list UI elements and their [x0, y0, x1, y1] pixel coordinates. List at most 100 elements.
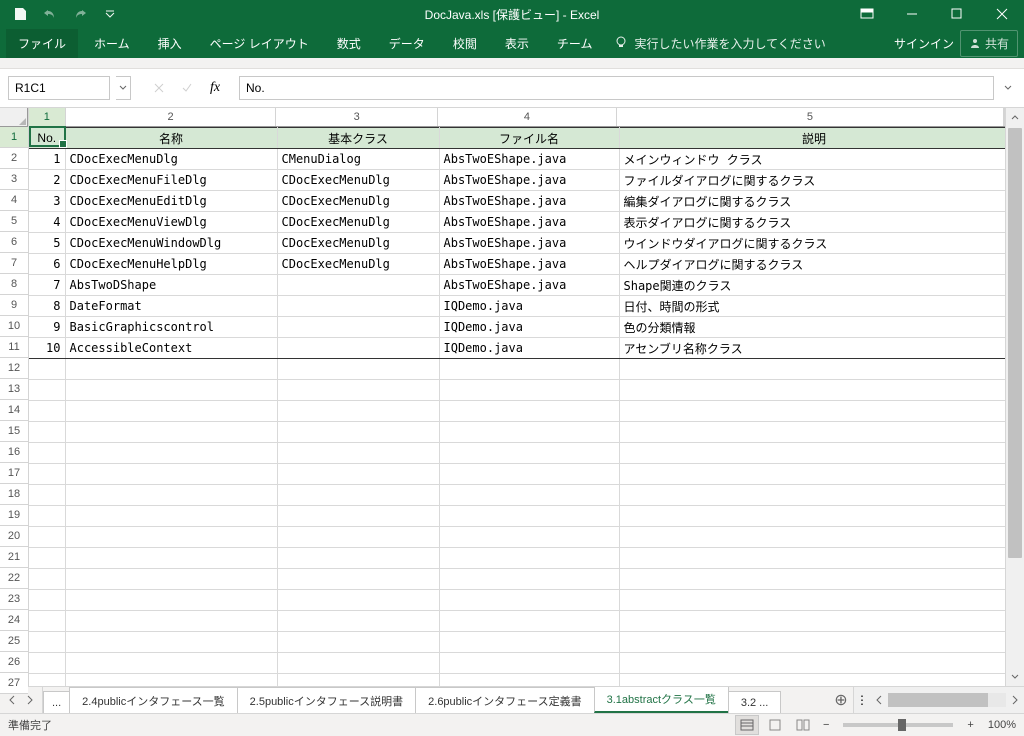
- ribbon-tab-insert[interactable]: 挿入: [146, 29, 194, 58]
- cell[interactable]: [29, 359, 65, 380]
- row-header[interactable]: 21: [0, 547, 28, 568]
- cell[interactable]: [439, 380, 619, 401]
- cell[interactable]: [439, 359, 619, 380]
- cell[interactable]: [277, 527, 439, 548]
- cell[interactable]: [29, 443, 65, 464]
- sheet-tab[interactable]: ...: [43, 691, 70, 713]
- cell[interactable]: [439, 611, 619, 632]
- cell[interactable]: [29, 548, 65, 569]
- cell[interactable]: 6: [29, 254, 65, 275]
- undo-button[interactable]: [36, 3, 64, 25]
- cell[interactable]: Shape関連のクラス: [619, 275, 1005, 296]
- cell[interactable]: CMenuDialog: [277, 149, 439, 170]
- cell[interactable]: [65, 674, 277, 687]
- cell[interactable]: 日付、時間の形式: [619, 296, 1005, 317]
- row-header[interactable]: 13: [0, 379, 28, 400]
- row-header[interactable]: 7: [0, 253, 28, 274]
- cell[interactable]: [277, 632, 439, 653]
- qat-customize-button[interactable]: [96, 3, 124, 25]
- cell[interactable]: [619, 674, 1005, 687]
- cell[interactable]: AccessibleContext: [65, 338, 277, 359]
- cell[interactable]: BasicGraphicscontrol: [65, 317, 277, 338]
- cell[interactable]: 7: [29, 275, 65, 296]
- cell[interactable]: 説明: [619, 128, 1005, 149]
- sheet-tab[interactable]: 3.2 ...: [728, 691, 782, 713]
- cell[interactable]: [29, 632, 65, 653]
- cell[interactable]: 3: [29, 191, 65, 212]
- cell[interactable]: [29, 401, 65, 422]
- cell[interactable]: AbsTwoEShape.java: [439, 170, 619, 191]
- cell[interactable]: [619, 590, 1005, 611]
- tab-scroll-separator[interactable]: ⋮: [854, 692, 870, 708]
- cell[interactable]: [439, 422, 619, 443]
- cell[interactable]: [277, 338, 439, 359]
- page-layout-view-button[interactable]: [763, 715, 787, 735]
- ribbon-tab-view[interactable]: 表示: [493, 29, 541, 58]
- cell[interactable]: [65, 653, 277, 674]
- cell[interactable]: CDocExecMenuDlg: [65, 149, 277, 170]
- scroll-down-button[interactable]: [1006, 668, 1024, 686]
- row-header[interactable]: 22: [0, 568, 28, 589]
- select-all-corner[interactable]: [0, 108, 28, 127]
- cell[interactable]: [619, 464, 1005, 485]
- cell[interactable]: [277, 506, 439, 527]
- cell[interactable]: CDocExecMenuDlg: [277, 212, 439, 233]
- cell[interactable]: [65, 359, 277, 380]
- cell[interactable]: [277, 590, 439, 611]
- cell[interactable]: [29, 569, 65, 590]
- cell[interactable]: [277, 401, 439, 422]
- row-header[interactable]: 9: [0, 295, 28, 316]
- zoom-slider[interactable]: [843, 723, 953, 727]
- cell[interactable]: 8: [29, 296, 65, 317]
- cell[interactable]: [439, 464, 619, 485]
- row-header[interactable]: 20: [0, 526, 28, 547]
- row-header[interactable]: 19: [0, 505, 28, 526]
- ribbon-tab-file[interactable]: ファイル: [6, 29, 78, 58]
- cell[interactable]: [439, 443, 619, 464]
- cell[interactable]: [277, 296, 439, 317]
- cell[interactable]: [439, 590, 619, 611]
- ribbon-tab-data[interactable]: データ: [377, 29, 437, 58]
- cell[interactable]: CDocExecMenuWindowDlg: [65, 233, 277, 254]
- row-header[interactable]: 8: [0, 274, 28, 295]
- cell[interactable]: AbsTwoEShape.java: [439, 233, 619, 254]
- cell[interactable]: [29, 485, 65, 506]
- cell[interactable]: [277, 443, 439, 464]
- cell[interactable]: [439, 506, 619, 527]
- cell[interactable]: [277, 485, 439, 506]
- column-header[interactable]: 4: [438, 108, 617, 126]
- tell-me-search[interactable]: 実行したい作業を入力してください: [614, 35, 825, 52]
- row-header[interactable]: 1: [0, 127, 28, 148]
- normal-view-button[interactable]: [735, 715, 759, 735]
- cell[interactable]: No.: [29, 128, 65, 149]
- cell[interactable]: [65, 611, 277, 632]
- row-header[interactable]: 25: [0, 631, 28, 652]
- vertical-scrollbar[interactable]: [1005, 108, 1024, 686]
- row-header[interactable]: 11: [0, 337, 28, 358]
- row-header[interactable]: 2: [0, 148, 28, 169]
- vertical-scroll-thumb[interactable]: [1008, 128, 1022, 558]
- row-header[interactable]: 4: [0, 190, 28, 211]
- cell[interactable]: 編集ダイアログに関するクラス: [619, 191, 1005, 212]
- cell[interactable]: [65, 443, 277, 464]
- formula-input[interactable]: No.: [239, 76, 994, 100]
- cell[interactable]: [277, 422, 439, 443]
- cell[interactable]: [29, 506, 65, 527]
- column-header[interactable]: 2: [66, 108, 277, 126]
- cell[interactable]: ウインドウダイアログに関するクラス: [619, 233, 1005, 254]
- tab-nav-next-button[interactable]: [22, 692, 38, 708]
- cancel-formula-button[interactable]: [147, 76, 171, 100]
- cell[interactable]: CDocExecMenuFileDlg: [65, 170, 277, 191]
- name-box[interactable]: R1C1: [8, 76, 110, 100]
- redo-button[interactable]: [66, 3, 94, 25]
- cell[interactable]: [29, 653, 65, 674]
- maximize-button[interactable]: [934, 0, 979, 28]
- cell[interactable]: [619, 380, 1005, 401]
- column-header[interactable]: 3: [276, 108, 437, 126]
- cell[interactable]: [277, 674, 439, 687]
- cell[interactable]: [29, 464, 65, 485]
- name-box-dropdown[interactable]: [116, 76, 131, 100]
- cell[interactable]: 9: [29, 317, 65, 338]
- cell[interactable]: CDocExecMenuDlg: [277, 170, 439, 191]
- cell[interactable]: [277, 359, 439, 380]
